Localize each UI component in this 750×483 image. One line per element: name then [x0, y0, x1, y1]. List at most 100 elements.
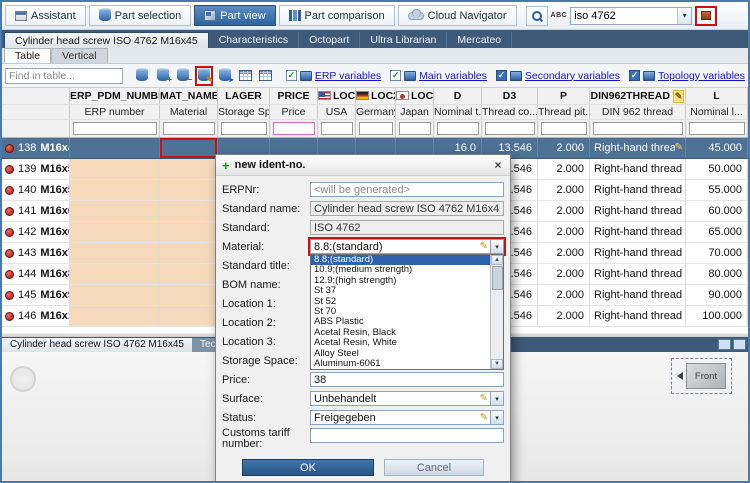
variable-link[interactable]: Topology variables: [658, 70, 745, 82]
dropdown-item[interactable]: St 70: [311, 307, 490, 317]
search-input[interactable]: [571, 8, 678, 23]
tab-table-view[interactable]: Table: [4, 48, 52, 63]
part-tab[interactable]: Characteristics: [209, 32, 300, 48]
cell-din-thread[interactable]: Right-hand thread✎: [590, 180, 686, 200]
new-ident-no-button[interactable]: [194, 65, 214, 86]
filter-input-d[interactable]: [436, 122, 479, 135]
col-header-d[interactable]: D: [434, 88, 482, 104]
field-input[interactable]: Cylinder head screw ISO 4762 M16x45 ✎ ▾: [310, 201, 504, 216]
dropdown-arrow-icon[interactable]: ▾: [490, 240, 503, 253]
col-header-mat-name[interactable]: MAT_NAME: [160, 88, 218, 104]
table-grid-button[interactable]: [236, 66, 255, 86]
field-input[interactable]: ✎ ▾: [310, 428, 504, 443]
col-header-p[interactable]: P: [538, 88, 590, 104]
add-line-button[interactable]: [154, 66, 173, 86]
tab-part-selection[interactable]: Part selection: [88, 5, 192, 26]
filter-input-erp[interactable]: [72, 122, 157, 135]
field-input[interactable]: 8.8;(standard) ✎ ▾: [310, 239, 504, 254]
col-header-loc2[interactable]: LOC2: [356, 88, 396, 104]
edit-pencil-icon[interactable]: ✎: [480, 412, 488, 423]
part-tab[interactable]: Octopart: [299, 32, 361, 48]
chevron-down-icon[interactable]: ▾: [677, 7, 692, 24]
panel-icon-2[interactable]: [733, 339, 746, 350]
dropdown-arrow-icon[interactable]: ▾: [490, 392, 503, 405]
cell-din-thread[interactable]: Right-hand thread✎: [590, 285, 686, 305]
dropdown-item[interactable]: Acetal Resin, White: [311, 338, 490, 348]
tab-assistant[interactable]: Assistant: [5, 5, 86, 26]
variable-link[interactable]: Main variables: [419, 70, 487, 82]
variable-toggle[interactable]: ✓ ERP variables: [285, 70, 381, 82]
variable-link[interactable]: Secondary variables: [525, 70, 620, 82]
tab-cloud-navigator[interactable]: Cloud Navigator: [397, 5, 517, 26]
find-in-table-input[interactable]: [5, 67, 123, 84]
filter-input-l[interactable]: [688, 122, 745, 135]
field-input[interactable]: 38 ✎ ▾: [310, 372, 504, 387]
panel-icon-1[interactable]: [718, 339, 731, 350]
variable-toggle[interactable]: ✓ Main variables: [390, 70, 487, 82]
part-tab[interactable]: Mercateo: [447, 32, 513, 48]
col-header-d3[interactable]: D3: [482, 88, 538, 104]
part-tab[interactable]: Cylinder head screw ISO 4762 M16x45: [4, 32, 209, 48]
tab-part-view[interactable]: Part view: [194, 5, 276, 26]
dropdown-item[interactable]: 12.9;(high strength): [311, 276, 490, 286]
viewcube[interactable]: Front: [671, 358, 732, 394]
dropdown-arrow-icon[interactable]: ▾: [490, 411, 503, 424]
scroll-up-icon[interactable]: ▲: [491, 255, 503, 265]
cell-din-thread[interactable]: Right-hand thread✎: [590, 159, 686, 179]
cancel-button[interactable]: Cancel: [384, 459, 484, 476]
field-input[interactable]: ISO 4762 ✎ ▾: [310, 220, 504, 235]
filter-input-p[interactable]: [540, 122, 587, 135]
dialog-titlebar[interactable]: + new ident-no. ×: [216, 155, 510, 176]
refresh-table-button[interactable]: [133, 66, 152, 86]
cell-din-thread[interactable]: Right-hand thread✎: [590, 138, 686, 158]
col-header-lager[interactable]: LAGER: [218, 88, 270, 104]
field-input[interactable]: <will be generated> ✎ ▾: [310, 182, 504, 197]
filter-input-din[interactable]: [592, 122, 683, 135]
tab-part-comparison[interactable]: Part comparison: [278, 5, 395, 26]
dropdown-scrollbar[interactable]: ▲ ▼: [490, 255, 503, 369]
cell-din-thread[interactable]: Right-hand thread✎: [590, 222, 686, 242]
edit-pencil-icon[interactable]: ✎: [480, 241, 488, 252]
filter-input-loc3[interactable]: [398, 122, 431, 135]
dropdown-item[interactable]: St 52: [311, 297, 490, 307]
checkbox-icon[interactable]: ✓: [285, 70, 297, 81]
field-input[interactable]: Unbehandelt ✎ ▾: [310, 391, 504, 406]
dropdown-item[interactable]: Alloy Steel: [311, 349, 490, 359]
col-header-loc3[interactable]: LOC3: [396, 88, 434, 104]
ok-button[interactable]: OK: [242, 459, 374, 476]
checkbox-icon[interactable]: ✓: [629, 70, 641, 81]
scroll-thumb[interactable]: [491, 266, 503, 290]
tab-vertical-view[interactable]: Vertical: [51, 48, 108, 63]
col-header-l[interactable]: L: [686, 88, 748, 104]
remove-line-button[interactable]: [174, 66, 193, 86]
cell-din-thread[interactable]: Right-hand thread✎: [590, 243, 686, 263]
col-header-din962thread[interactable]: DIN962THREAD ✎: [590, 88, 686, 104]
variable-link[interactable]: ERP variables: [315, 70, 381, 82]
filter-input-lager[interactable]: [220, 122, 267, 135]
checkbox-icon[interactable]: ✓: [390, 70, 402, 81]
filter-input-loc1[interactable]: [320, 122, 353, 135]
filter-input-material[interactable]: [162, 122, 215, 135]
dropdown-item[interactable]: Aluminum-6061: [311, 359, 490, 369]
checkbox-icon[interactable]: ✓: [495, 70, 507, 81]
close-icon[interactable]: ×: [490, 158, 506, 172]
cell-din-thread[interactable]: Right-hand thread✎: [590, 306, 686, 326]
cell-din-thread[interactable]: Right-hand thread✎: [590, 264, 686, 284]
export-line-button[interactable]: [215, 66, 234, 86]
variable-toggle[interactable]: ✓ Topology variables: [629, 70, 745, 82]
dropdown-item[interactable]: 8.8;(standard): [311, 255, 490, 266]
search-extra-button[interactable]: [695, 5, 718, 26]
cell-din-thread[interactable]: Right-hand thread✎: [590, 201, 686, 221]
filter-input-loc2[interactable]: [358, 122, 393, 135]
bottom-tab-part[interactable]: Cylinder head screw ISO 4762 M16x45: [2, 338, 192, 352]
scroll-down-icon[interactable]: ▼: [491, 359, 503, 369]
filter-input-d3[interactable]: [484, 122, 535, 135]
part-tab[interactable]: Ultra Librarian: [360, 32, 448, 48]
edit-pencil-icon[interactable]: ✎: [480, 393, 488, 404]
dropdown-item[interactable]: St 37: [311, 286, 490, 296]
viewcube-front-face[interactable]: Front: [686, 363, 726, 389]
col-header-erp-pdm-number[interactable]: ERP_PDM_NUMBER: [70, 88, 160, 104]
col-header-loc1[interactable]: LOC1: [318, 88, 356, 104]
dropdown-item[interactable]: 10.9;(medium strength): [311, 265, 490, 275]
table-settings-button[interactable]: [256, 66, 275, 86]
